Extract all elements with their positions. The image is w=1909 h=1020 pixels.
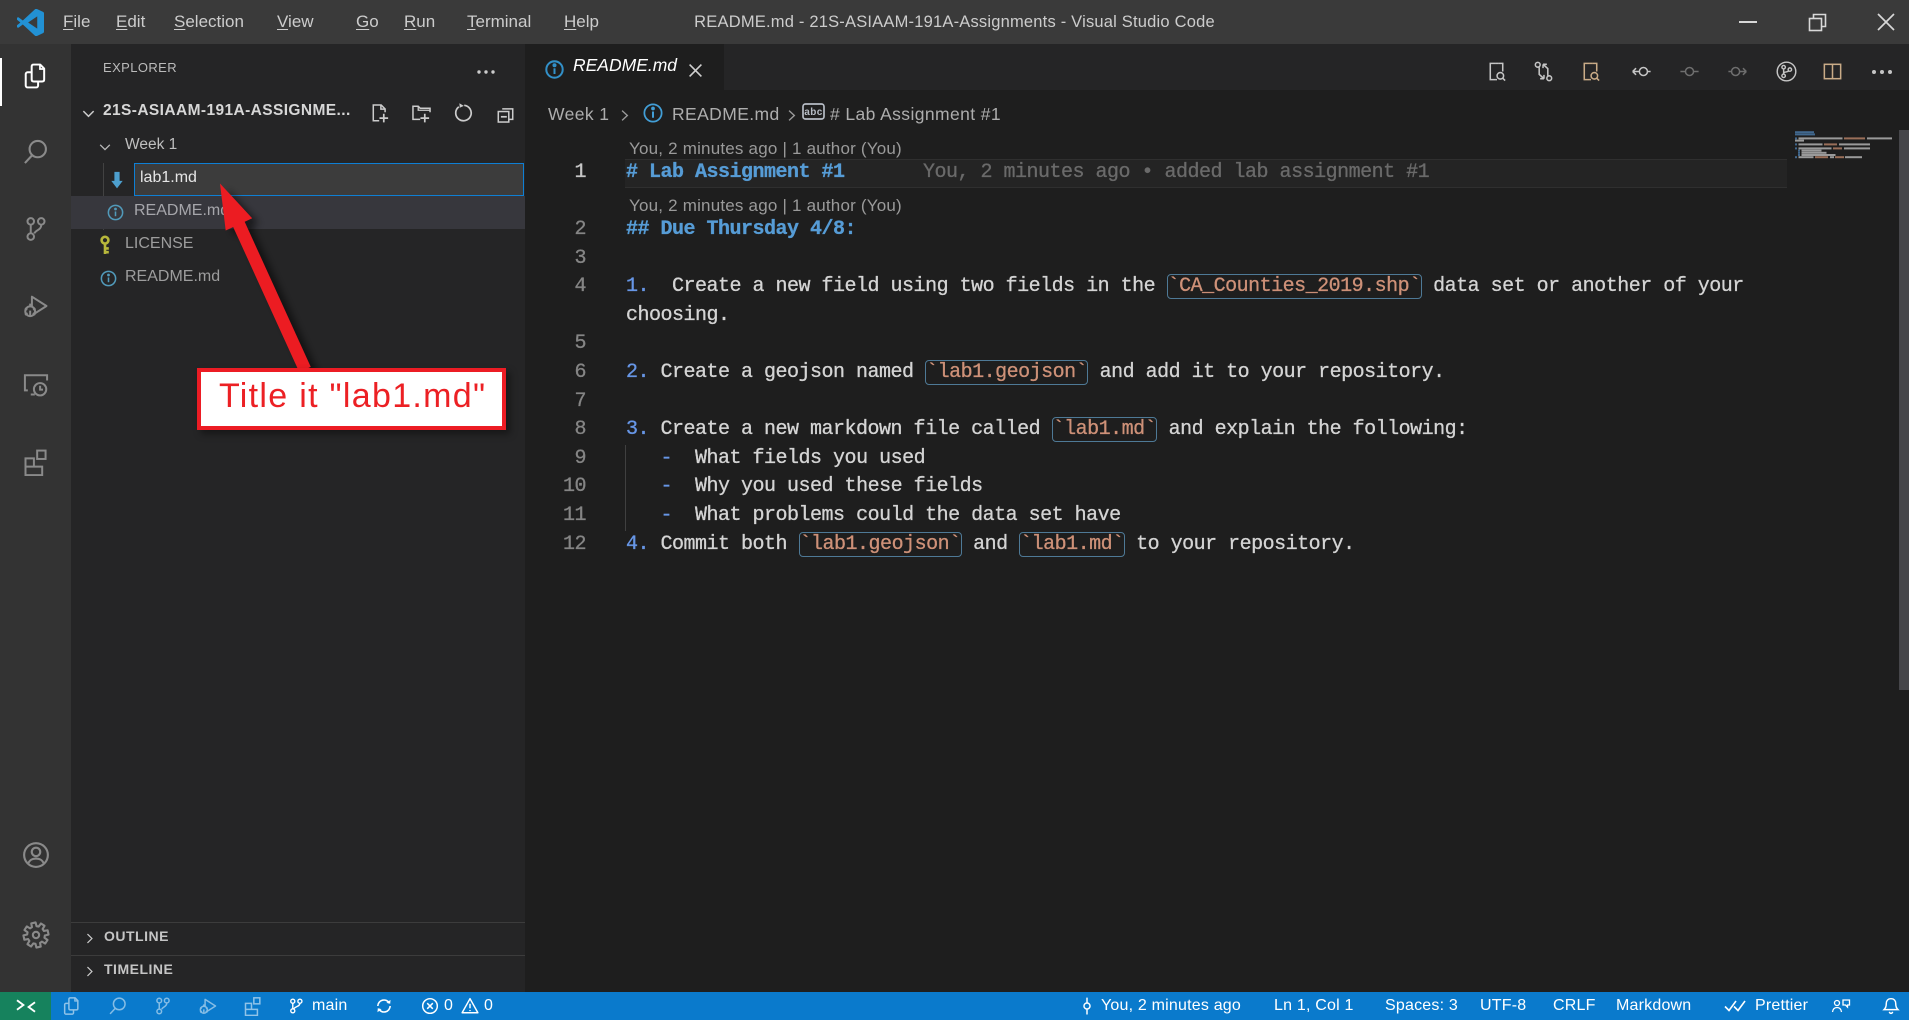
- svg-text:abc: abc: [804, 107, 822, 118]
